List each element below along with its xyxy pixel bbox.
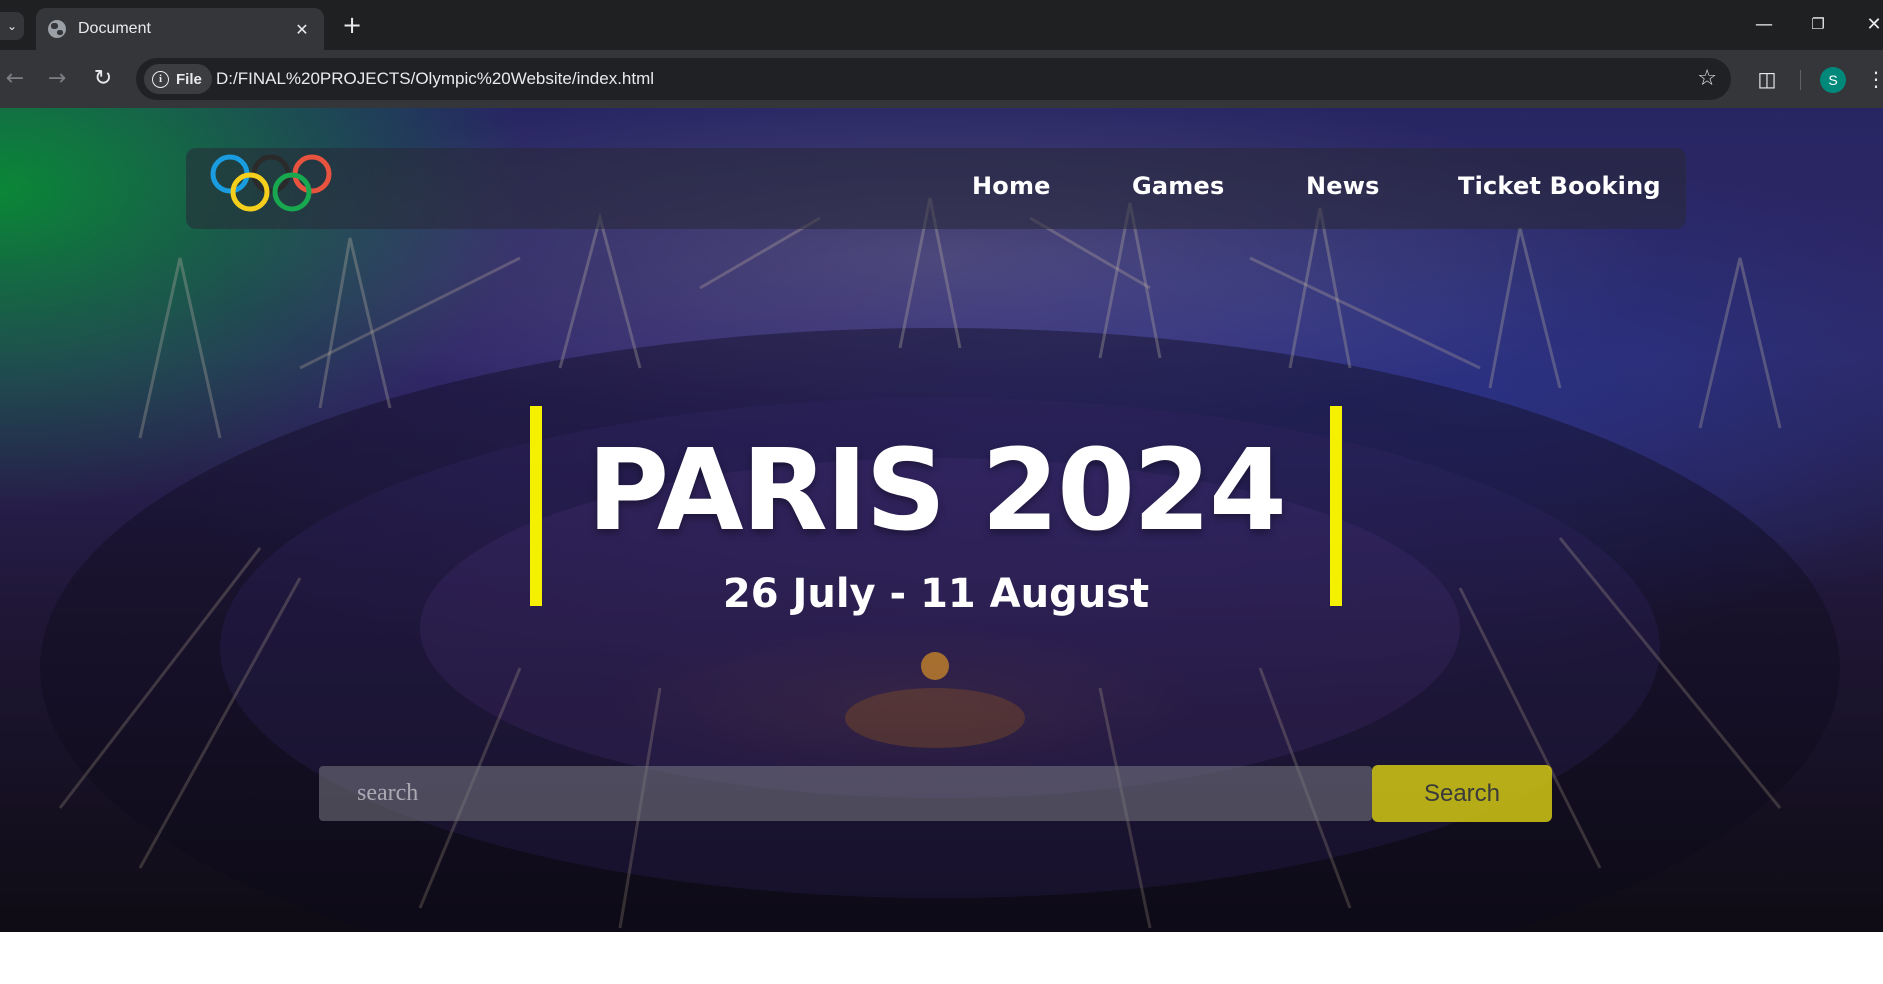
site-chip-label: File — [176, 70, 202, 88]
nav-games[interactable]: Games — [1132, 172, 1224, 200]
browser-tab-bar: ⌄ Document ✕ + — ❐ ✕ — [0, 0, 1883, 50]
reload-icon[interactable]: ↻ — [88, 64, 118, 94]
tab-list-chevron-icon[interactable]: ⌄ — [0, 12, 24, 40]
nav-home[interactable]: Home — [972, 172, 1051, 200]
tab-title: Document — [78, 20, 151, 37]
minimize-icon[interactable]: — — [1748, 12, 1780, 36]
web-page: Home Games News Ticket Booking PARIS 202… — [0, 108, 1883, 984]
back-arrow-icon[interactable]: ← — [0, 64, 30, 94]
site-info-chip[interactable]: i File — [144, 64, 212, 94]
info-icon: i — [152, 70, 169, 88]
close-tab-icon[interactable]: ✕ — [292, 20, 312, 39]
olympic-rings-logo[interactable] — [208, 154, 338, 216]
nav-news[interactable]: News — [1306, 172, 1380, 200]
new-tab-button[interactable]: + — [338, 12, 366, 40]
hero-title: PARIS 2024 — [587, 426, 1287, 556]
forward-arrow-icon[interactable]: → — [42, 64, 72, 94]
close-window-icon[interactable]: ✕ — [1858, 12, 1883, 36]
address-bar[interactable]: i File D:/FINAL%20PROJECTS/Olympic%20Web… — [136, 58, 1731, 100]
restore-icon[interactable]: ❐ — [1802, 12, 1834, 36]
bookmark-star-icon[interactable]: ☆ — [1697, 66, 1717, 91]
nav-ticket-booking[interactable]: Ticket Booking — [1458, 172, 1661, 200]
kebab-menu-icon[interactable]: ⋮ — [1866, 64, 1883, 94]
profile-avatar[interactable]: S — [1820, 67, 1846, 93]
search-input[interactable] — [319, 766, 1372, 821]
browser-toolbar: ← → ↻ i File D:/FINAL%20PROJECTS/Olympic… — [0, 50, 1883, 108]
hero-dates: 26 July - 11 August — [722, 571, 1150, 617]
hero-title-block: PARIS 2024 26 July - 11 August — [530, 406, 1342, 617]
browser-tab[interactable]: Document ✕ — [36, 8, 324, 50]
url-text[interactable]: D:/FINAL%20PROJECTS/Olympic%20Website/in… — [216, 69, 654, 89]
hero-section: Home Games News Ticket Booking PARIS 202… — [0, 108, 1883, 932]
extensions-puzzle-icon[interactable]: ◫ — [1752, 64, 1782, 94]
site-navbar: Home Games News Ticket Booking — [186, 148, 1686, 229]
globe-icon — [48, 20, 66, 38]
toolbar-divider — [1800, 70, 1801, 90]
search-button[interactable]: Search — [1372, 765, 1552, 822]
